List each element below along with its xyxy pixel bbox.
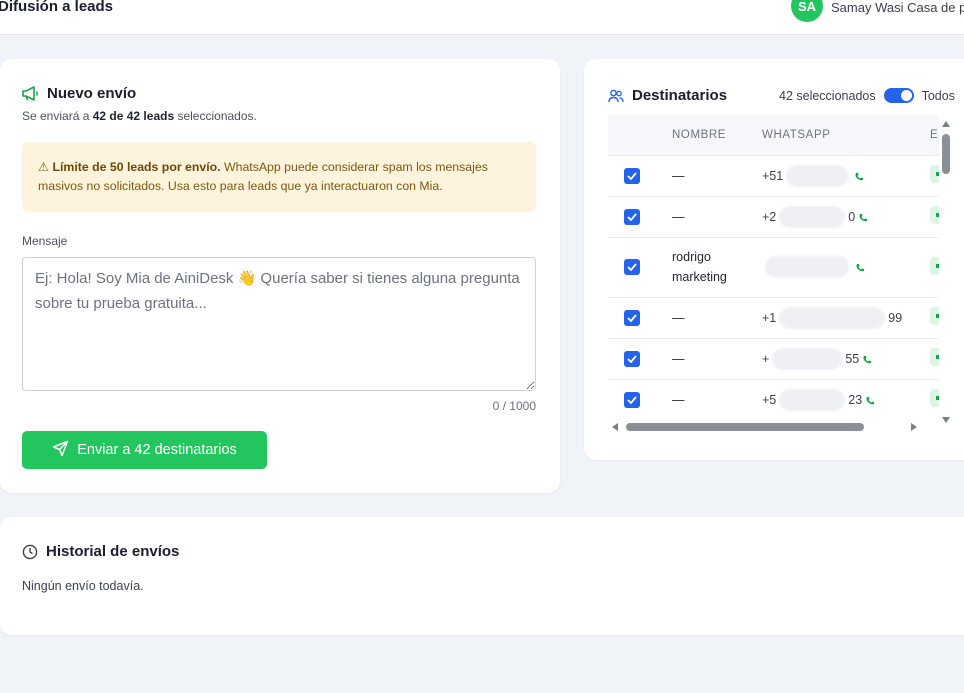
status-badge — [930, 307, 939, 325]
wa-prefix: +5 — [762, 392, 777, 407]
wa-prefix: +51 — [762, 168, 784, 183]
new-send-title: Nuevo envío — [22, 85, 136, 102]
history-card: Historial de envíos Ningún envío todavía… — [0, 517, 964, 635]
redacted-number — [765, 256, 849, 278]
whatsapp-phone-icon — [855, 262, 865, 272]
row-checkbox[interactable] — [624, 350, 640, 367]
clock-icon — [22, 544, 38, 560]
vertical-scrollbar[interactable] — [939, 121, 953, 423]
row-checkbox[interactable] — [624, 167, 640, 184]
avatar[interactable]: SA — [791, 0, 823, 22]
row-checkbox[interactable] — [624, 208, 640, 225]
megaphone-icon — [22, 86, 39, 101]
row-whatsapp: +55 — [762, 347, 930, 370]
status-badge — [930, 206, 939, 224]
selected-count: 42 seleccionados — [779, 88, 876, 103]
new-send-card: Nuevo envío Se enviará a 42 de 42 leads … — [0, 59, 560, 493]
row-name: — — [672, 378, 762, 420]
redacted-number — [779, 388, 846, 411]
row-name: — — [672, 337, 762, 379]
row-name: — — [672, 195, 762, 237]
row-name: — — [672, 296, 762, 338]
table-row: — +5 23 — [608, 378, 939, 420]
wa-suffix: 99 — [888, 310, 903, 325]
scroll-down-arrow-icon[interactable] — [942, 417, 950, 423]
whatsapp-phone-icon — [854, 171, 864, 181]
redacted-number — [772, 347, 843, 370]
horizontal-scroll-thumb[interactable] — [626, 423, 864, 431]
horizontal-scrollbar[interactable] — [608, 421, 939, 433]
row-whatsapp: +2 0 — [762, 205, 930, 228]
recipients-selection: 42 seleccionados Todos — [779, 88, 955, 103]
table-row: rodrigo marketing — [608, 236, 939, 297]
recipients-title-text: Destinatarios — [632, 87, 728, 104]
status-badge — [930, 389, 939, 408]
history-title-text: Historial de envíos — [46, 543, 180, 560]
status-badge — [930, 165, 939, 183]
wa-prefix: +1 — [762, 310, 777, 325]
recipients-title: Destinatarios — [608, 87, 727, 104]
row-checkbox[interactable] — [624, 309, 640, 326]
wa-prefix: + — [762, 351, 770, 366]
whatsapp-phone-icon — [858, 212, 868, 222]
new-send-title-text: Nuevo envío — [47, 85, 137, 102]
table-row: — +1 99 — [608, 296, 939, 338]
row-whatsapp — [762, 256, 930, 278]
vertical-scroll-thumb[interactable] — [942, 134, 950, 174]
wa-prefix: +2 — [762, 209, 777, 224]
row-whatsapp: +1 99 — [762, 306, 930, 329]
whatsapp-phone-icon — [862, 354, 872, 364]
wa-suffix: 0 — [848, 209, 856, 224]
redacted-number — [779, 205, 846, 228]
scroll-left-arrow-icon[interactable] — [612, 423, 618, 431]
scroll-right-arrow-icon[interactable] — [911, 423, 917, 431]
select-all-toggle[interactable] — [883, 88, 914, 103]
row-whatsapp: +5 23 — [762, 388, 930, 411]
redacted-number — [786, 164, 849, 187]
status-badge — [930, 256, 939, 275]
history-empty-text: Ningún envío todavía. — [22, 579, 144, 593]
scroll-up-arrow-icon[interactable] — [942, 121, 950, 127]
select-all-label[interactable]: Todos — [922, 89, 955, 103]
top-bar: Difusión a leads SA Samay Wasi Casa de p — [0, 0, 964, 35]
header-status[interactable]: ES — [930, 115, 939, 155]
send-button-label: Enviar a 42 destinatarios — [77, 442, 237, 458]
send-summary-suffix: seleccionados. — [177, 109, 257, 123]
row-checkbox[interactable] — [624, 391, 640, 408]
table-row: — +55 — [608, 337, 939, 379]
row-name: — — [672, 154, 762, 196]
page-title: Difusión a leads — [0, 0, 114, 15]
wa-suffix: 55 — [845, 351, 860, 366]
row-name: rodrigo marketing — [672, 236, 762, 297]
header-checkbox-col — [608, 115, 672, 155]
limit-warning: ⚠ Límite de 50 leads por envío. WhatsApp… — [22, 142, 536, 212]
users-icon — [608, 89, 624, 103]
status-badge — [930, 348, 939, 366]
history-title: Historial de envíos — [22, 543, 179, 560]
wa-suffix: 23 — [848, 392, 863, 407]
redacted-number — [779, 306, 886, 329]
table-row: — +51 — [608, 154, 939, 196]
row-checkbox[interactable] — [624, 259, 640, 275]
warning-bold: Límite de 50 leads por envío. — [52, 160, 221, 174]
send-summary-prefix: Se enviará a — [22, 109, 90, 123]
recipients-table: NOMBRE WHATSAPP ES — +51 — +2 0 — [608, 115, 939, 435]
warning-icon: ⚠ — [38, 160, 50, 174]
message-input[interactable] — [22, 257, 536, 391]
char-counter: 0 / 1000 — [492, 399, 536, 413]
send-button[interactable]: Enviar a 42 destinatarios — [22, 431, 267, 469]
header-name[interactable]: NOMBRE — [672, 115, 762, 155]
send-icon — [52, 440, 69, 461]
row-whatsapp: +51 — [762, 164, 930, 187]
table-row: — +2 0 — [608, 195, 939, 237]
send-summary: Se enviará a 42 de 42 leads seleccionado… — [22, 109, 257, 123]
whatsapp-phone-icon — [865, 395, 875, 405]
header-whatsapp[interactable]: WHATSAPP — [762, 115, 930, 155]
message-label: Mensaje — [22, 234, 68, 248]
recipients-card: Destinatarios 42 seleccionados Todos NOM… — [584, 59, 964, 460]
send-summary-count: 42 de 42 leads — [92, 109, 175, 123]
user-name[interactable]: Samay Wasi Casa de p — [831, 0, 964, 15]
